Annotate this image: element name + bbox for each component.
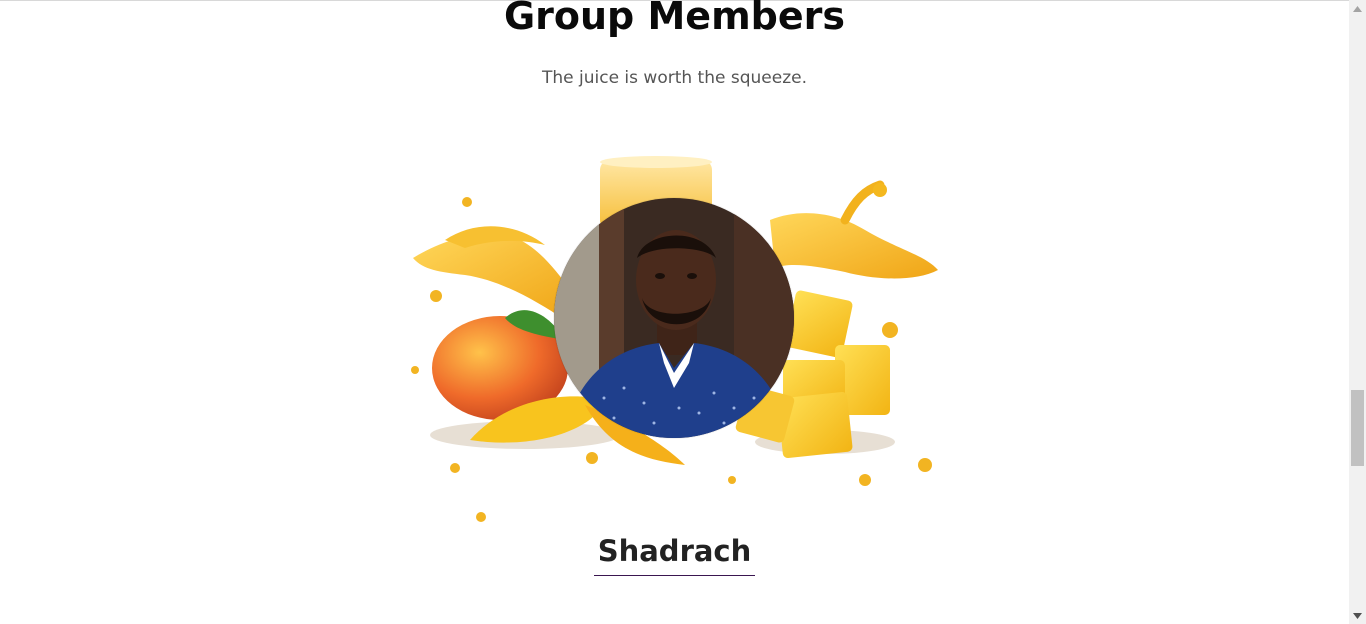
scroll-down-arrow-icon[interactable] <box>1349 607 1366 624</box>
scroll-up-arrow-icon[interactable] <box>1349 0 1366 17</box>
member-portrait-icon <box>554 198 794 438</box>
scrollbar-thumb[interactable] <box>1351 390 1364 466</box>
vertical-scrollbar[interactable] <box>1349 0 1366 624</box>
page: Group Members The juice is worth the squ… <box>0 0 1349 624</box>
member-name-underline <box>594 575 755 576</box>
section-title: Group Members <box>503 0 846 38</box>
section-subtitle: The juice is worth the squeeze. <box>541 68 807 88</box>
member-name: Shadrach <box>597 534 752 568</box>
member-portrait <box>554 198 794 438</box>
